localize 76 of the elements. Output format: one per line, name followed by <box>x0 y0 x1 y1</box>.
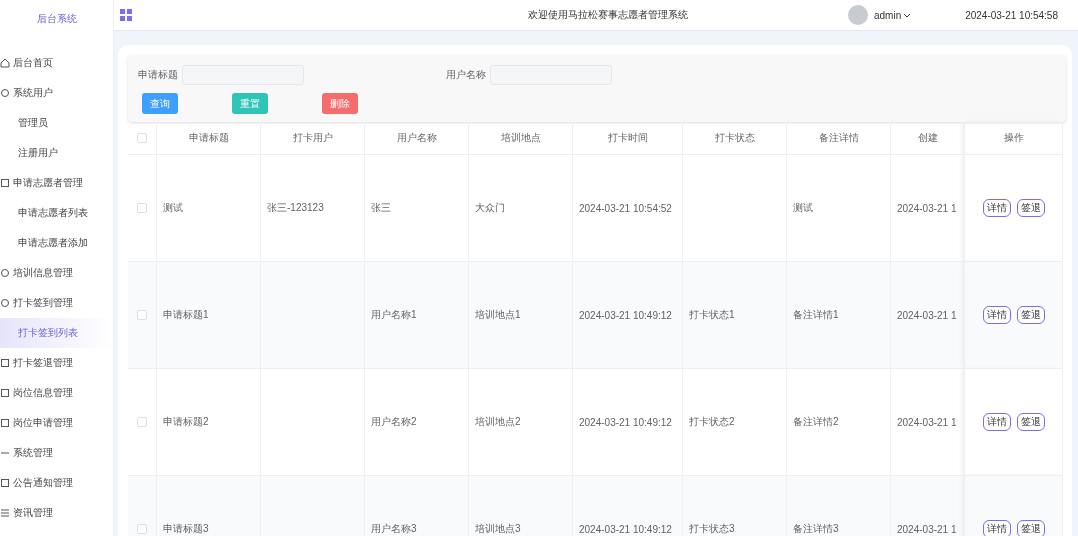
row-button[interactable]: 签退 <box>1016 520 1045 536</box>
checkbox[interactable] <box>137 203 147 213</box>
home-icon <box>0 58 10 68</box>
table-cell: 测试 <box>163 201 183 215</box>
table-cell: 备注详情3 <box>793 522 839 536</box>
list-icon <box>0 508 10 518</box>
checkbox[interactable] <box>137 417 147 427</box>
table-cell: 备注详情1 <box>793 308 839 322</box>
table-cell: 测试 <box>793 201 813 215</box>
submenu-item[interactable]: 注册用户 <box>0 138 113 168</box>
row-button[interactable]: 签退 <box>1016 413 1045 431</box>
row-button[interactable]: 签退 <box>1016 306 1045 324</box>
table-cell: 打卡状态2 <box>689 415 735 429</box>
column-header: 用户名称 <box>365 122 469 154</box>
table-cell: 培训地点2 <box>475 415 521 429</box>
page-title: 欢迎使用马拉松赛事志愿者管理系统 <box>528 8 688 22</box>
row-button[interactable]: 详情 <box>982 413 1011 431</box>
checkbox[interactable] <box>137 133 147 143</box>
sidebar-item[interactable]: 系统管理 <box>0 438 113 468</box>
table-cell: 2024-03-21 1 <box>897 309 957 321</box>
table-cell: 申请标题3 <box>163 522 209 536</box>
table-cell: 2024-03-21 1 <box>897 523 957 535</box>
submenu-item[interactable]: 申请志愿者添加 <box>0 228 113 258</box>
row-button[interactable]: 签退 <box>1016 199 1045 217</box>
table-cell: 申请标题2 <box>163 415 209 429</box>
filter-label: 用户名称 <box>446 68 486 82</box>
user-menu[interactable]: admin <box>874 9 902 21</box>
menu-icon[interactable] <box>120 9 132 21</box>
sidebar-item[interactable]: 打卡签到管理 <box>0 288 113 318</box>
table-cell: 培训地点3 <box>475 522 521 536</box>
sidebar-item[interactable]: 打卡签退管理 <box>0 348 113 378</box>
table-cell: 2024-03-21 10:49:12 <box>579 309 672 321</box>
filter-label: 申请标题 <box>138 68 178 82</box>
column-header: 操作 <box>965 122 1063 154</box>
table-cell: 打卡状态1 <box>689 308 735 322</box>
sidebar-item[interactable]: 岗位信息管理 <box>0 378 113 408</box>
table-cell: 2024-03-21 1 <box>897 416 957 428</box>
sidebar-item[interactable]: 公告通知管理 <box>0 468 113 498</box>
sidebar-item[interactable]: 资讯管理 <box>0 498 113 528</box>
table-cell: 大众门 <box>475 201 505 215</box>
column-header: 培训地点 <box>469 122 573 154</box>
sidebar-item[interactable]: 后台首页 <box>0 48 113 78</box>
row-button[interactable]: 详情 <box>982 520 1011 536</box>
table-cell: 2024-03-21 10:54:52 <box>579 202 672 214</box>
row-button[interactable]: 详情 <box>982 199 1011 217</box>
clock-time: 2024-03-21 10:54:58 <box>965 9 1058 21</box>
column-header: 创建 <box>891 122 965 154</box>
column-header: 打卡状态 <box>683 122 787 154</box>
checkbox[interactable] <box>137 524 147 534</box>
table-cell: 用户名称1 <box>371 308 417 322</box>
caret-icon[interactable] <box>903 12 912 18</box>
sidebar-title: 后台系统 <box>35 12 78 26</box>
table-cell: 2024-03-21 1 <box>897 202 957 214</box>
row-button[interactable]: 详情 <box>982 306 1011 324</box>
table-cell: 用户名称2 <box>371 415 417 429</box>
column-header: 备注详情 <box>787 122 891 154</box>
sidebar-item[interactable]: 岗位申请管理 <box>0 408 113 438</box>
column-header: 申请标题 <box>157 122 261 154</box>
sidebar-item[interactable]: 申请志愿者管理 <box>0 168 113 198</box>
table-cell: 张三-123123 <box>267 201 324 215</box>
checkbox[interactable] <box>137 310 147 320</box>
avatar[interactable] <box>848 5 868 25</box>
table-cell: 用户名称3 <box>371 522 417 536</box>
table-cell: 培训地点1 <box>475 308 521 322</box>
column-header: 打卡时间 <box>573 122 683 154</box>
submenu-item[interactable]: 申请志愿者列表 <box>0 198 113 228</box>
sidebar-item[interactable]: 培训信息管理 <box>0 258 113 288</box>
submenu-item[interactable]: 管理员 <box>0 108 113 138</box>
table-cell: 备注详情2 <box>793 415 839 429</box>
table-cell: 打卡状态3 <box>689 522 735 536</box>
table-cell: 申请标题1 <box>163 308 209 322</box>
table-cell: 2024-03-21 10:49:12 <box>579 523 672 535</box>
column-header: 打卡用户 <box>261 122 365 154</box>
sidebar-item[interactable]: 系统用户 <box>0 78 113 108</box>
table-cell: 张三 <box>371 201 391 215</box>
table-cell: 2024-03-21 10:49:12 <box>579 416 672 428</box>
